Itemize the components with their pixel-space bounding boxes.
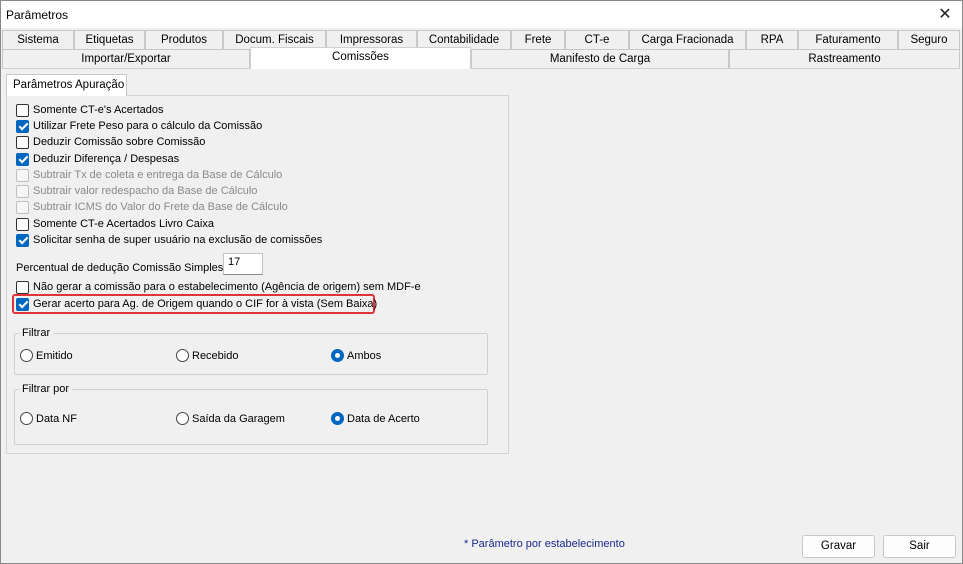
- checkbox: [16, 184, 29, 198]
- radio-ambos[interactable]: Ambos: [331, 349, 381, 362]
- tab-comissoes[interactable]: Comissões: [250, 47, 471, 69]
- tab-frete[interactable]: Frete: [511, 30, 565, 49]
- checkbox-label: Somente CT-e Acertados Livro Caixa: [33, 218, 214, 230]
- radio-label: Data NF: [36, 412, 77, 425]
- checkbox-label: Subtrair valor redespacho da Base de Cál…: [33, 185, 258, 197]
- radio-saida-garagem[interactable]: Saída da Garagem: [176, 412, 285, 425]
- chk-deduzir-comissao[interactable]: Deduzir Comissão sobre Comissão: [16, 135, 205, 149]
- checkbox-label: Solicitar senha de super usuário na excl…: [33, 234, 323, 246]
- checkbox-label: Deduzir Diferença / Despesas: [33, 153, 180, 165]
- chk-subtrair-icms: Subtrair ICMS do Valor do Frete da Base …: [16, 200, 288, 214]
- footer-note: * Parâmetro por estabelecimento: [464, 538, 625, 550]
- parametros-window: Parâmetros ✕ Sistema Etiquetas Produtos …: [0, 0, 963, 564]
- radio-button[interactable]: [176, 412, 189, 425]
- radio-label: Data de Acerto: [347, 412, 420, 425]
- percent-input[interactable]: 17: [223, 253, 263, 275]
- chk-solicitar-senha[interactable]: Solicitar senha de super usuário na excl…: [16, 233, 322, 247]
- checkbox-label: Gerar acerto para Ag. de Origem quando o…: [33, 298, 378, 310]
- checkbox-label: Somente CT-e's Acertados: [33, 104, 164, 116]
- checkbox: [16, 168, 29, 182]
- tab-rastreamento[interactable]: Rastreamento: [729, 49, 960, 68]
- radio-label: Saída da Garagem: [192, 412, 285, 425]
- checkbox-label: Utilizar Frete Peso para o cálculo da Co…: [33, 120, 263, 132]
- tab-cte[interactable]: CT-e: [565, 30, 629, 49]
- chk-somente-livro-caixa[interactable]: Somente CT-e Acertados Livro Caixa: [16, 217, 214, 231]
- checkbox-label: Subtrair Tx de coleta e entrega da Base …: [33, 169, 283, 181]
- chk-nao-gerar-comissao[interactable]: Não gerar a comissão para o estabelecime…: [16, 280, 421, 294]
- checkbox[interactable]: [16, 297, 29, 311]
- radio-emitido[interactable]: Emitido: [20, 349, 73, 362]
- tab-rpa[interactable]: RPA: [746, 30, 798, 49]
- checkbox[interactable]: [16, 233, 29, 247]
- checkbox-label: Não gerar a comissão para o estabelecime…: [33, 281, 421, 293]
- tab-produtos[interactable]: Produtos: [145, 30, 223, 49]
- filtrar-group: Filtrar: [14, 327, 488, 375]
- chk-subtrair-redespacho: Subtrair valor redespacho da Base de Cál…: [16, 184, 257, 198]
- radio-button[interactable]: [20, 349, 33, 362]
- checkbox[interactable]: [16, 217, 29, 231]
- radio-data-nf[interactable]: Data NF: [20, 412, 77, 425]
- checkbox[interactable]: [16, 103, 29, 117]
- radio-recebido[interactable]: Recebido: [176, 349, 238, 362]
- filtrar-legend: Filtrar: [22, 327, 51, 339]
- checkbox-label: Deduzir Comissão sobre Comissão: [33, 136, 206, 148]
- tab-etiquetas[interactable]: Etiquetas: [74, 30, 145, 49]
- checkbox[interactable]: [16, 119, 29, 133]
- checkbox-label: Subtrair ICMS do Valor do Frete da Base …: [33, 201, 288, 213]
- tab-seguro[interactable]: Seguro: [898, 30, 960, 49]
- filtrar-por-legend: Filtrar por: [22, 383, 70, 395]
- chk-gerar-acerto-cif[interactable]: Gerar acerto para Ag. de Origem quando o…: [16, 297, 377, 311]
- checkbox[interactable]: [16, 152, 29, 166]
- gravar-button[interactable]: Gravar: [802, 535, 875, 558]
- tab-faturamento[interactable]: Faturamento: [798, 30, 898, 49]
- checkbox: [16, 200, 29, 214]
- tab-sistema[interactable]: Sistema: [2, 30, 74, 49]
- chk-somente-cte-acertados[interactable]: Somente CT-e's Acertados: [16, 103, 164, 117]
- chk-subtrair-tx-coleta: Subtrair Tx de coleta e entrega da Base …: [16, 168, 282, 182]
- radio-label: Ambos: [347, 349, 382, 362]
- window-title: Parâmetros: [6, 8, 69, 22]
- sair-button[interactable]: Sair: [883, 535, 956, 558]
- radio-label: Recebido: [192, 349, 239, 362]
- tab-importar-exportar[interactable]: Importar/Exportar: [2, 49, 250, 68]
- title-bar: Parâmetros ✕: [1, 1, 962, 28]
- checkbox[interactable]: [16, 280, 29, 294]
- checkbox[interactable]: [16, 135, 29, 149]
- percent-label: Percentual de dedução Comissão Simples: [16, 262, 224, 274]
- chk-deduzir-diferenca[interactable]: Deduzir Diferença / Despesas: [16, 152, 179, 166]
- radio-button[interactable]: [331, 412, 344, 425]
- subtab-parametros-apuracao[interactable]: Parâmetros Apuração: [6, 74, 127, 96]
- radio-data-acerto[interactable]: Data de Acerto: [331, 412, 420, 425]
- chk-utilizar-frete-peso[interactable]: Utilizar Frete Peso para o cálculo da Co…: [16, 119, 262, 133]
- tab-manifesto-de-carga[interactable]: Manifesto de Carga: [471, 49, 729, 68]
- close-icon[interactable]: ✕: [928, 1, 962, 28]
- radio-button[interactable]: [331, 349, 344, 362]
- radio-button[interactable]: [176, 349, 189, 362]
- radio-label: Emitido: [36, 349, 73, 362]
- radio-button[interactable]: [20, 412, 33, 425]
- tab-carga-fracionada[interactable]: Carga Fracionada: [629, 30, 746, 49]
